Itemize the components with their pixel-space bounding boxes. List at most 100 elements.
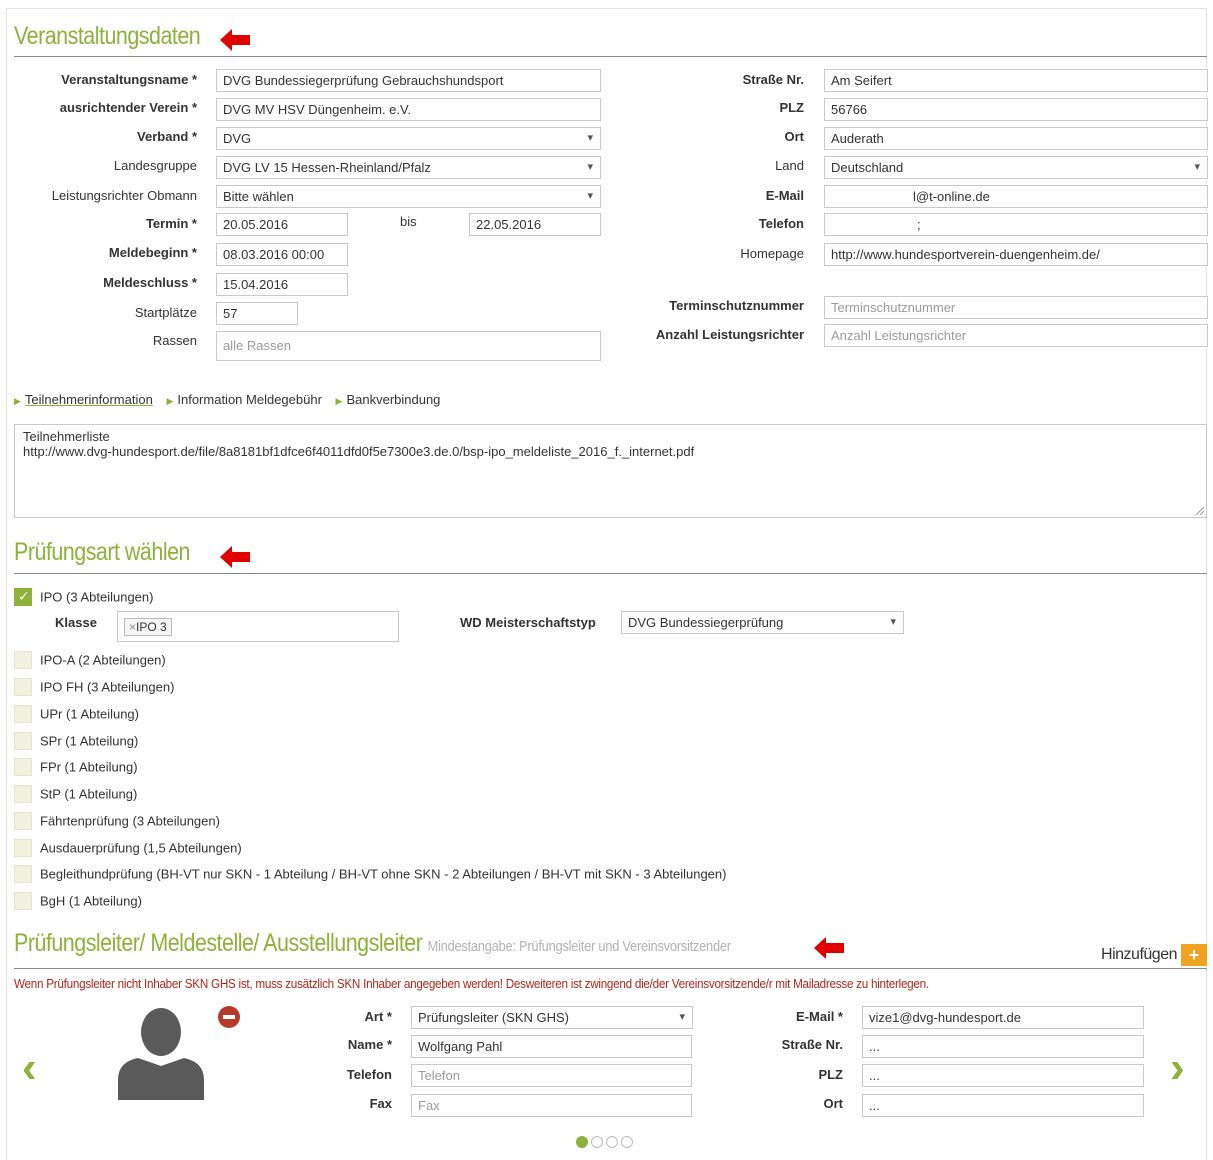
- label-name: Name *: [347, 1037, 392, 1052]
- label-breeds: Rassen: [152, 333, 197, 348]
- exam-option[interactable]: BgH (1 Abteilung): [14, 892, 142, 912]
- info-textarea[interactable]: Teilnehmerliste http://www.dvg-hundespor…: [14, 424, 1207, 518]
- fax-input[interactable]: Fax: [411, 1094, 692, 1117]
- phone-input[interactable]: ;: [824, 213, 1208, 236]
- red-arrow-icon: [220, 29, 250, 51]
- breeds-input[interactable]: alle Rassen: [216, 331, 601, 361]
- label-person-email: E-Mail *: [796, 1009, 843, 1024]
- checkbox-icon[interactable]: [14, 865, 32, 883]
- date-to-input[interactable]: 22.05.2016: [469, 213, 601, 236]
- section-subtitle: Mindestangabe: Prüfungsleiter und Verein…: [427, 938, 732, 955]
- carousel-dot-active[interactable]: [576, 1136, 588, 1148]
- checkbox-icon[interactable]: [14, 705, 32, 723]
- reg-start-input[interactable]: 08.03.2016 00:00: [216, 243, 348, 266]
- label-person-city: Ort: [823, 1096, 844, 1111]
- checkbox-icon[interactable]: [14, 651, 32, 669]
- exam-option[interactable]: IPO FH (3 Abteilungen): [14, 678, 174, 698]
- association-select[interactable]: DVG: [216, 127, 601, 150]
- art-select[interactable]: Prüfungsleiter (SKN GHS): [411, 1006, 693, 1029]
- exam-option[interactable]: SPr (1 Abteilung): [14, 732, 138, 752]
- label-date-to: bis: [400, 214, 417, 229]
- label-protection: Terminschutznummer: [669, 298, 804, 313]
- plus-icon: +: [1181, 944, 1207, 966]
- class-multiselect[interactable]: ×IPO 3: [117, 611, 399, 642]
- checkbox-icon[interactable]: [14, 678, 32, 696]
- frame-top: [6, 8, 1207, 9]
- judge-select[interactable]: Bitte wählen: [216, 185, 601, 208]
- exam-option[interactable]: UPr (1 Abteilung): [14, 705, 139, 725]
- section-rule: [14, 968, 1207, 969]
- reg-end-input[interactable]: 15.04.2016: [216, 273, 348, 296]
- email-input[interactable]: l@t-online.de: [824, 185, 1208, 208]
- checkbox-icon[interactable]: [14, 892, 32, 910]
- label-reg-start: Meldebeginn *: [108, 245, 197, 260]
- tab-teilnehmerinformation[interactable]: ▶ Teilnehmerinformation: [14, 392, 153, 407]
- carousel-dot[interactable]: [606, 1136, 618, 1148]
- telefon-input[interactable]: Telefon: [411, 1064, 692, 1087]
- judge-count-input[interactable]: Anzahl Leistungsrichter: [824, 324, 1208, 347]
- section-title-event: Veranstaltungsdaten: [14, 22, 201, 50]
- label-reg-end: Meldeschluss *: [103, 275, 197, 290]
- label-zip: PLZ: [779, 100, 804, 115]
- red-arrow-icon: [814, 937, 844, 959]
- exam-option[interactable]: FPr (1 Abteilung): [14, 758, 138, 778]
- slots-input[interactable]: 57: [216, 302, 298, 325]
- name-input[interactable]: Wolfgang Pahl: [411, 1035, 692, 1058]
- info-line-2: http://www.dvg-hundesport.de/file/8a8181…: [23, 444, 695, 459]
- chevron-right-icon[interactable]: ›: [1170, 1043, 1185, 1093]
- carousel-dot[interactable]: [621, 1136, 633, 1148]
- exam-ipo[interactable]: IPO (3 Abteilungen): [14, 588, 153, 608]
- label-art: Art *: [364, 1009, 392, 1024]
- person-email-input[interactable]: vize1@dvg-hundesport.de: [862, 1006, 1144, 1029]
- section-title-people: Prüfungsleiter/ Meldestelle/ Ausstellung…: [14, 929, 732, 957]
- zip-input[interactable]: 56766: [824, 98, 1208, 121]
- label-city: Ort: [784, 129, 805, 144]
- exam-option[interactable]: StP (1 Abteilung): [14, 785, 137, 805]
- exam-option[interactable]: Ausdauerprüfung (1,5 Abteilungen): [14, 839, 242, 859]
- warning-text: Wenn Prüfungsleiter nicht Inhaber SKN GH…: [14, 976, 929, 991]
- resize-handle[interactable]: [1196, 507, 1204, 515]
- checkbox-icon[interactable]: [14, 812, 32, 830]
- country-select[interactable]: Deutschland: [824, 156, 1208, 179]
- event-name-input[interactable]: DVG Bundessiegerprüfung Gebrauchshundspo…: [216, 69, 601, 92]
- region-select[interactable]: DVG LV 15 Hessen-Rheinland/Pfalz: [216, 156, 601, 179]
- person-city-input[interactable]: ...: [862, 1094, 1144, 1117]
- frame-right: [1206, 8, 1207, 1160]
- chevron-left-icon[interactable]: ‹: [22, 1043, 37, 1093]
- club-input[interactable]: DVG MV HSV Düngenheim. e.V.: [216, 98, 601, 121]
- region-value: DVG LV 15 Hessen-Rheinland/Pfalz: [223, 160, 431, 175]
- person-street-input[interactable]: ...: [862, 1035, 1144, 1058]
- exam-option[interactable]: IPO-A (2 Abteilungen): [14, 651, 166, 671]
- person-zip-input[interactable]: ...: [862, 1064, 1144, 1087]
- country-value: Deutschland: [831, 160, 904, 175]
- street-input[interactable]: Am Seifert: [824, 69, 1208, 92]
- tag-remove-icon[interactable]: ×: [129, 620, 136, 634]
- label-judge-count: Anzahl Leistungsrichter: [655, 327, 804, 342]
- checkbox-checked-icon[interactable]: [14, 588, 32, 606]
- red-arrow-icon: [220, 546, 250, 568]
- label-region: Landesgruppe: [113, 158, 197, 173]
- add-button[interactable]: Hinzufügen +: [1101, 944, 1207, 966]
- wd-select[interactable]: DVG Bundessiegerprüfung: [621, 611, 904, 634]
- avatar-icon: [118, 1008, 204, 1100]
- label-email: E-Mail: [765, 188, 804, 203]
- tab-bankverbindung[interactable]: ▶ Bankverbindung: [336, 392, 441, 407]
- protection-input[interactable]: Terminschutznummer: [824, 296, 1208, 319]
- tab-meldegebuehr[interactable]: ▶ Information Meldegebühr: [166, 392, 321, 407]
- remove-icon[interactable]: [218, 1006, 240, 1028]
- exam-option[interactable]: Fährtenprüfung (3 Abteilungen): [14, 812, 220, 832]
- carousel-dot[interactable]: [591, 1136, 603, 1148]
- label-association: Verband *: [137, 129, 197, 144]
- label-homepage: Homepage: [740, 246, 804, 261]
- label-wd: WD Meisterschaftstyp: [460, 615, 596, 630]
- checkbox-icon[interactable]: [14, 839, 32, 857]
- homepage-input[interactable]: http://www.hundesportverein-duengenheim.…: [824, 243, 1208, 266]
- art-value: Prüfungsleiter (SKN GHS): [418, 1010, 569, 1025]
- checkbox-icon[interactable]: [14, 758, 32, 776]
- checkbox-icon[interactable]: [14, 785, 32, 803]
- city-input[interactable]: Auderath: [824, 127, 1208, 150]
- section-rule: [14, 573, 1207, 574]
- exam-option[interactable]: Begleithundprüfung (BH-VT nur SKN - 1 Ab…: [14, 865, 726, 885]
- date-from-input[interactable]: 20.05.2016: [216, 213, 348, 236]
- checkbox-icon[interactable]: [14, 732, 32, 750]
